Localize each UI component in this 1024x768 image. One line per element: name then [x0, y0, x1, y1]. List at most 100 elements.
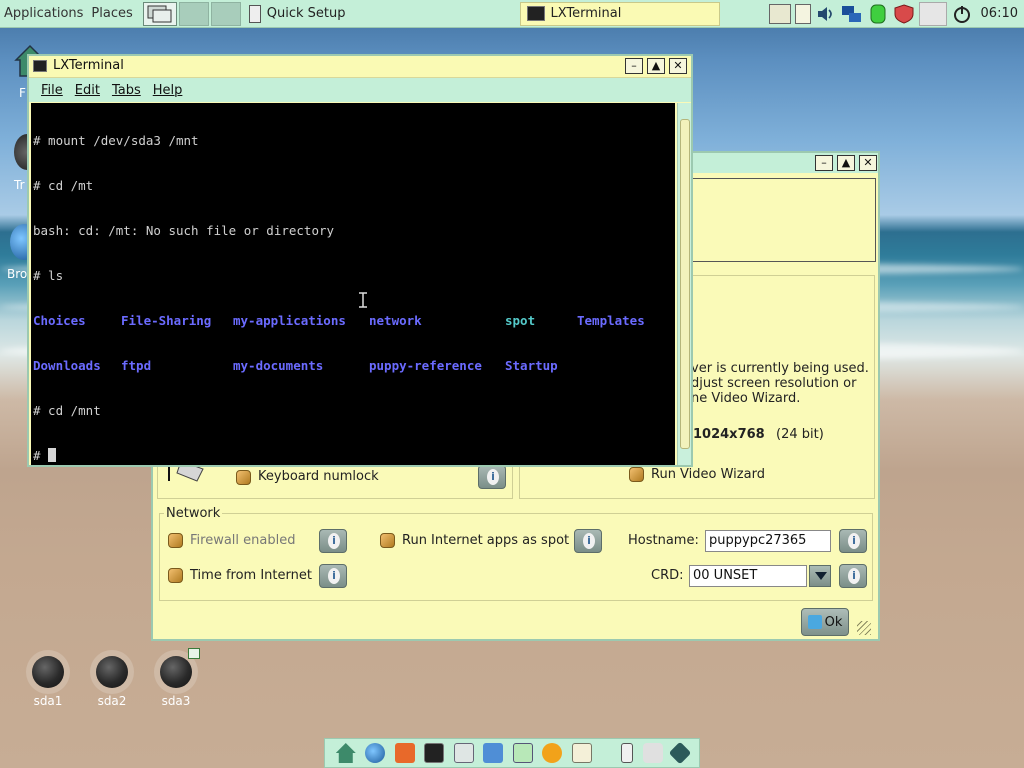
- time-from-internet-checkbox[interactable]: [168, 568, 183, 583]
- workspace-2[interactable]: [210, 1, 241, 26]
- ls-entry: network: [369, 313, 422, 328]
- keyboard-numlock-label: Keyboard numlock: [258, 469, 379, 484]
- document-icon[interactable]: [483, 743, 504, 763]
- places-menu[interactable]: Places: [87, 6, 136, 21]
- drive-sda2[interactable]: sda2: [82, 656, 142, 708]
- ok-icon: [807, 615, 822, 629]
- drive-icon: [160, 656, 192, 688]
- terminal-icon: [526, 6, 545, 21]
- hostname-label: Hostname:: [628, 533, 699, 548]
- ls-output-row: Downloads ftpd my-documents puppy-refere…: [33, 358, 673, 373]
- wrench-icon: [248, 4, 261, 23]
- storage-icon[interactable]: [867, 4, 889, 24]
- workspace-1[interactable]: [178, 1, 209, 26]
- ls-entry: my-documents: [233, 358, 324, 373]
- desktop-label: F: [19, 86, 26, 100]
- home-icon[interactable]: [335, 743, 356, 763]
- scrollbar-thumb[interactable]: [680, 119, 690, 449]
- run-video-wizard-checkbox[interactable]: [629, 467, 644, 482]
- terminal-titlebar[interactable]: LXTerminal – ▲ ✕: [29, 56, 691, 78]
- menu-edit[interactable]: Edit: [71, 83, 104, 98]
- drive-label: sda2: [97, 694, 127, 708]
- terminal-scrollbar[interactable]: [677, 103, 691, 465]
- drive-label: sda3: [161, 694, 191, 708]
- package-icon[interactable]: [668, 741, 692, 765]
- menu-tabs[interactable]: Tabs: [108, 83, 145, 98]
- close-button[interactable]: ✕: [859, 155, 877, 171]
- drive-label: sda1: [33, 694, 63, 708]
- task-lxterminal[interactable]: LXTerminal: [519, 1, 720, 26]
- puppy-icon[interactable]: [642, 743, 663, 763]
- files-icon[interactable]: [394, 743, 415, 763]
- window-title: LXTerminal: [53, 58, 124, 73]
- ls-entry: Startup: [505, 358, 558, 373]
- editor-icon[interactable]: [572, 743, 593, 763]
- terminal-output[interactable]: # mount /dev/sda3 /mnt # cd /mt bash: cd…: [31, 103, 675, 465]
- copy-icon[interactable]: [453, 743, 474, 763]
- run-video-wizard-label: Run Video Wizard: [651, 467, 765, 482]
- hostname-input[interactable]: puppypc27365: [705, 530, 831, 552]
- terminal-icon[interactable]: [424, 743, 445, 763]
- firewall-icon[interactable]: [893, 3, 915, 24]
- run-internet-spot-checkbox[interactable]: [380, 533, 395, 548]
- keyboard-info-button[interactable]: [478, 465, 506, 489]
- calendar-icon[interactable]: [794, 3, 811, 24]
- crd-dropdown-button[interactable]: [809, 565, 831, 587]
- lxterminal-window: LXTerminal – ▲ ✕ File Edit Tabs Help # m…: [27, 54, 693, 467]
- drive-sda3[interactable]: sda3: [146, 648, 206, 708]
- close-button[interactable]: ✕: [669, 58, 687, 74]
- network-icon[interactable]: [841, 4, 863, 24]
- minimize-button[interactable]: –: [625, 58, 643, 74]
- task-quick-setup[interactable]: Quick Setup: [243, 2, 352, 26]
- bit-depth: (24 bit): [776, 427, 824, 442]
- terminal-line: # cd /mt: [33, 178, 94, 193]
- ls-entry: puppy-reference: [369, 358, 482, 373]
- show-desktop-button[interactable]: [142, 1, 177, 26]
- drive-icon: [32, 656, 64, 688]
- spreadsheet-icon[interactable]: [512, 743, 533, 763]
- ls-entry: spot: [505, 313, 536, 328]
- volume-icon[interactable]: [815, 4, 837, 24]
- ok-button[interactable]: Ok: [801, 608, 849, 636]
- ls-entry: Templates: [577, 313, 645, 328]
- browser-icon[interactable]: [365, 743, 386, 763]
- resize-grip[interactable]: [857, 621, 871, 635]
- menu-help[interactable]: Help: [149, 83, 187, 98]
- crd-info-button[interactable]: [839, 564, 867, 588]
- desktop-label: Bro: [7, 267, 28, 281]
- crd-select[interactable]: 00 UNSET: [689, 565, 807, 587]
- video-info-text: ne Video Wizard.: [691, 391, 801, 406]
- hostname-info-button[interactable]: [839, 529, 867, 553]
- terminal-line: # ls: [33, 268, 64, 283]
- terminal-menubar: File Edit Tabs Help: [29, 78, 691, 102]
- video-info-text: ver is currently being used.: [691, 361, 869, 376]
- wrench-icon[interactable]: [621, 743, 634, 763]
- maximize-button[interactable]: ▲: [837, 155, 855, 171]
- paint-icon[interactable]: [542, 743, 563, 763]
- info-panel: [680, 178, 876, 262]
- drive-sda1[interactable]: sda1: [18, 656, 78, 708]
- terminal-prompt-line: #: [33, 448, 673, 463]
- ls-entry: my-applications: [233, 313, 346, 328]
- terminal-icon: [33, 60, 47, 72]
- ls-entry: Choices: [33, 313, 86, 328]
- terminal-line: # mount /dev/sda3 /mnt: [33, 133, 199, 148]
- network-frame: [159, 513, 873, 601]
- video-info-text: djust screen resolution or: [691, 376, 857, 391]
- minimize-button[interactable]: –: [815, 155, 833, 171]
- applications-menu[interactable]: Applications: [0, 6, 87, 21]
- ibeam-cursor-icon: [358, 292, 368, 308]
- spot-info-button[interactable]: [574, 529, 602, 553]
- resolution-value: 1024x768: [693, 427, 765, 442]
- notes-icon[interactable]: [768, 3, 791, 24]
- windows-icon: [147, 5, 172, 22]
- firewall-info-button[interactable]: [319, 529, 347, 553]
- menu-file[interactable]: File: [37, 83, 67, 98]
- maximize-button[interactable]: ▲: [647, 58, 665, 74]
- terminal-line: # cd /mnt: [33, 403, 101, 418]
- firewall-checkbox[interactable]: [168, 533, 183, 548]
- keyboard-numlock-checkbox[interactable]: [236, 470, 251, 485]
- drive-icon: [96, 656, 128, 688]
- power-icon[interactable]: [951, 4, 973, 24]
- time-info-button[interactable]: [319, 564, 347, 588]
